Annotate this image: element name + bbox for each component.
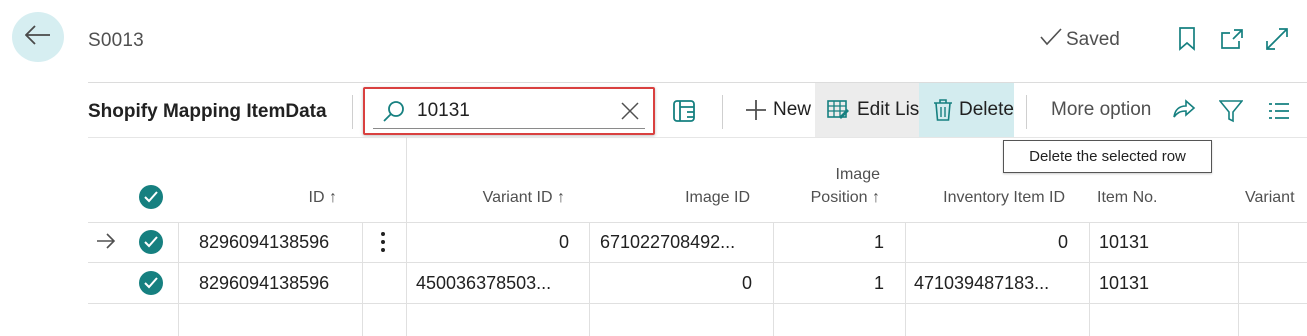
select-all-checkbox[interactable] [139,185,163,209]
column-divider [589,222,590,336]
cell-image-id[interactable]: 0 [600,273,752,294]
row-divider [88,303,1307,304]
column-divider [1238,222,1239,336]
cell-image-position[interactable]: 1 [784,232,884,253]
saved-label: Saved [1066,29,1120,50]
toolbar-separator [352,95,353,129]
saved-status: Saved [1040,28,1120,52]
row-checkbox[interactable] [139,230,163,254]
search-input[interactable]: 10131 [417,100,621,122]
cell-item-no[interactable]: 10131 [1099,273,1149,294]
tooltip: Delete the selected row [1003,140,1212,173]
more-options-button[interactable]: More option [1051,83,1163,137]
more-options-label: More option [1051,99,1152,120]
row-divider [88,222,1307,223]
column-divider [406,137,407,336]
toolbar-separator [722,95,723,129]
column-header-item-no[interactable]: Item No. [1097,186,1217,209]
cell-image-id[interactable]: 671022708492... [600,232,735,253]
cell-inventory-item-id[interactable]: 471039487183... [914,273,1049,294]
cell-id[interactable]: 8296094138596 [199,232,329,253]
toolbar-separator [1026,95,1027,129]
cell-item-no[interactable]: 10131 [1099,232,1149,253]
bookmark-icon[interactable] [1174,26,1200,52]
search-icon [383,100,405,122]
column-header-inventory-item-id[interactable]: Inventory Item ID [910,186,1065,209]
cell-variant-id[interactable]: 450036378503... [416,273,551,294]
cell-image-position[interactable]: 1 [784,273,884,294]
cell-inventory-item-id[interactable]: 0 [915,232,1068,253]
column-divider [178,222,179,336]
page-title: S0013 [88,30,144,51]
column-header-image-position[interactable]: Image Position ↑ [780,163,880,209]
new-button[interactable]: New [745,83,815,137]
plus-icon [745,99,767,121]
edit-list-label: Edit Lis [857,99,919,120]
share-icon[interactable] [1172,99,1196,126]
list-view-icon[interactable] [1268,102,1290,125]
cell-id[interactable]: 8296094138596 [199,273,329,294]
column-header-image-id[interactable]: Image ID [600,186,750,209]
table-top-border [88,137,1307,138]
row-checkbox[interactable] [139,271,163,295]
column-header-id[interactable]: ID ↑ [230,186,337,209]
column-header-variant[interactable]: Variant [1245,186,1307,209]
arrow-left-icon [24,24,51,50]
show-as-cards-icon[interactable] [672,99,696,123]
column-divider [362,222,363,336]
column-header-variant-id[interactable]: Variant ID ↑ [420,186,565,209]
back-button[interactable] [12,12,64,62]
expand-icon[interactable] [1264,26,1290,52]
clear-search-icon[interactable] [621,102,639,120]
list-title: Shopify Mapping ItemData [88,101,327,122]
delete-label: Delete [959,99,1014,120]
trash-icon [933,98,953,122]
column-divider [773,222,774,336]
row-actions-icon[interactable] [380,231,386,258]
edit-list-button[interactable]: Edit Lis [815,83,919,137]
column-divider [1089,222,1090,336]
new-label: New [773,99,812,120]
edit-table-icon [827,99,851,121]
row-divider [88,262,1307,263]
checkmark-icon [1040,28,1062,52]
column-divider [905,222,906,336]
current-row-arrow-icon [96,233,116,254]
filter-icon[interactable] [1218,99,1244,128]
delete-button[interactable]: Delete [919,83,1014,137]
open-new-window-icon[interactable] [1219,26,1245,52]
cell-variant-id[interactable]: 0 [416,232,569,253]
search-box[interactable]: 10131 [363,87,655,135]
